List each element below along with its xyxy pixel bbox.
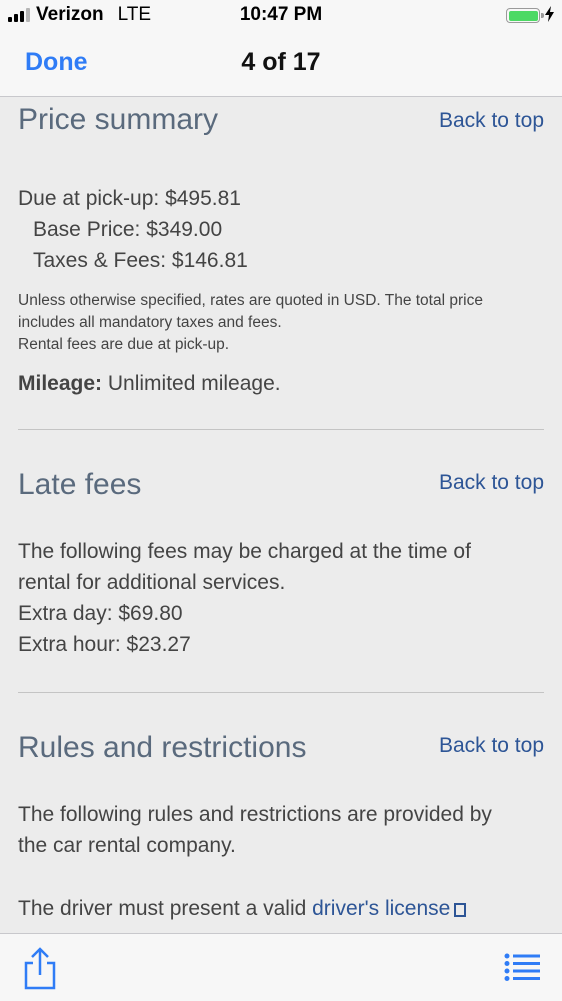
rules-intro-line-2: the car rental company. — [18, 834, 236, 857]
list-icon[interactable] — [504, 952, 540, 982]
share-icon[interactable] — [22, 946, 58, 990]
section-header: Rules and restrictions Back to top — [18, 731, 544, 791]
mileage-info: Mileage: Unlimited mileage. — [18, 368, 544, 399]
extra-day-fee: Extra day: $69.80 — [18, 602, 183, 625]
base-price: Base Price: $349.00 — [33, 218, 223, 241]
extra-hour-fee: Extra hour: $23.27 — [18, 633, 191, 656]
drivers-license-link[interactable]: driver's license — [312, 897, 450, 920]
external-link-icon[interactable] — [454, 903, 467, 917]
status-bar: Verizon LTE 10:47 PM — [0, 0, 562, 32]
price-summary-section: Price summary Back to top Due at pick-up… — [0, 97, 562, 429]
details-content[interactable]: Price summary Back to top Due at pick-up… — [0, 97, 562, 933]
rules-section: Rules and restrictions Back to top The f… — [0, 693, 562, 924]
pricing-note-line-2: includes all mandatory taxes and fees. — [18, 314, 282, 331]
battery-icon — [506, 8, 544, 23]
charging-bolt-icon — [545, 6, 554, 22]
due-at-pickup: Due at pick-up: $495.81 — [18, 187, 241, 210]
section-header: Price summary Back to top — [18, 103, 544, 163]
back-to-top-link[interactable]: Back to top — [439, 471, 544, 495]
section-title: Price summary — [18, 103, 219, 136]
rules-intro-line-1: The following rules and restrictions are… — [18, 803, 492, 826]
pricing-note-line-1: Unless otherwise specified, rates are qu… — [18, 292, 483, 309]
late-fees-intro-line-1: The following fees may be charged at the… — [18, 540, 471, 563]
page-counter: 4 of 17 — [241, 48, 321, 76]
driver-license-requirement: The driver must present a valid driver's… — [18, 893, 544, 924]
section-title: Late fees — [18, 468, 142, 501]
section-title: Rules and restrictions — [18, 731, 307, 764]
mileage-value: Unlimited mileage. — [102, 372, 281, 395]
back-to-top-link[interactable]: Back to top — [439, 734, 544, 758]
mileage-label: Mileage: — [18, 372, 103, 395]
taxes-fees: Taxes & Fees: $146.81 — [33, 249, 248, 272]
section-header: Late fees Back to top — [18, 468, 544, 528]
pricing-note-line-3: Rental fees are due at pick-up. — [18, 336, 230, 353]
late-fees-section: Late fees Back to top The following fees… — [0, 430, 562, 692]
late-fees-intro-line-2: rental for additional services. — [18, 571, 286, 594]
bottom-toolbar — [0, 933, 562, 1001]
navigation-bar: Done 4 of 17 — [0, 32, 562, 97]
driver-text: The driver must present a valid — [18, 897, 313, 920]
back-to-top-link[interactable]: Back to top — [439, 109, 544, 133]
status-time: 10:47 PM — [239, 4, 323, 25]
